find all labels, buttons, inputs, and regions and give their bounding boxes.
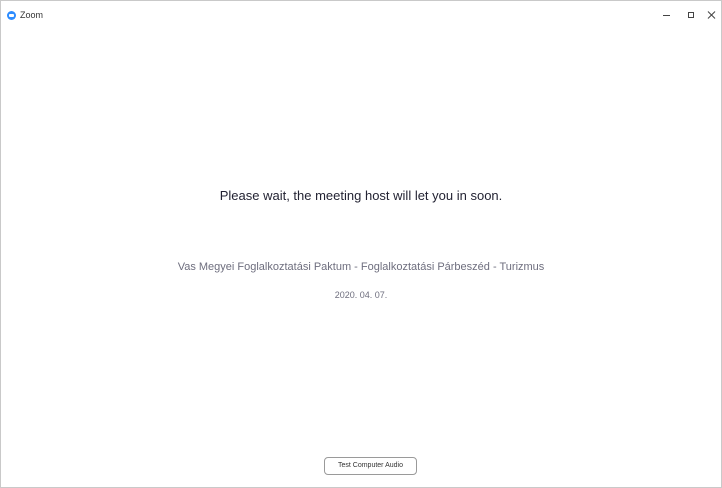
maximize-icon [688,12,694,18]
close-button[interactable] [701,6,722,24]
maximize-button[interactable] [680,6,702,24]
zoom-logo-icon [7,11,16,20]
zoom-window: Zoom Please wait, the meeting host will … [0,0,722,488]
minimize-icon [662,14,670,16]
close-icon [708,11,716,19]
test-computer-audio-button[interactable]: Test Computer Audio [324,457,417,475]
minimize-button[interactable] [655,6,677,24]
window-title: Zoom [20,10,44,20]
waiting-message: Please wait, the meeting host will let y… [219,188,503,203]
meeting-topic: Vas Megyei Foglalkoztatási Paktum - Fogl… [177,261,545,273]
title-bar[interactable]: Zoom [1,1,721,29]
meeting-date: 2020. 04. 07. [334,290,388,300]
